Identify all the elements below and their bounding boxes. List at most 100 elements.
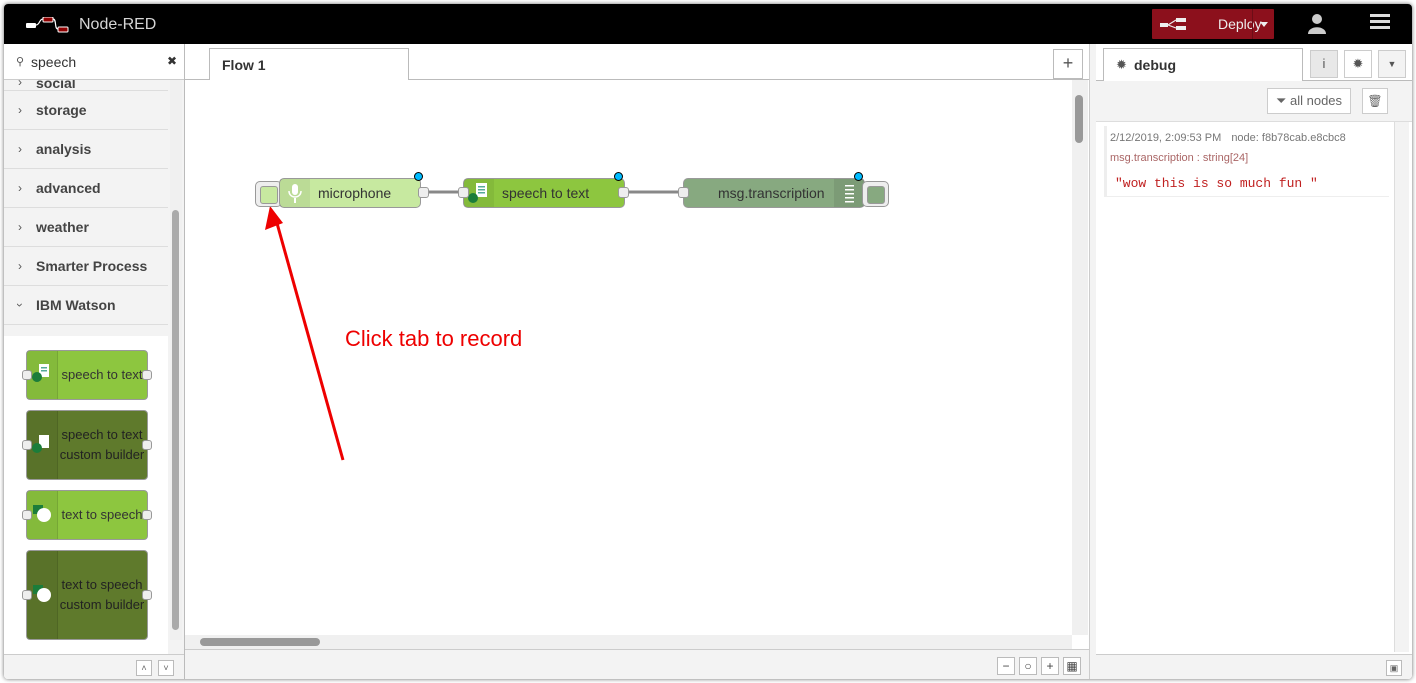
debug-msg-path: msg.transcription : string[24] bbox=[1110, 152, 1249, 164]
output-port[interactable] bbox=[418, 187, 429, 198]
debug-scrollbar[interactable] bbox=[1394, 122, 1409, 652]
wires bbox=[265, 190, 683, 461]
canvas-horizontal-scrollbar[interactable] bbox=[185, 635, 1072, 649]
scroll-thumb[interactable] bbox=[172, 210, 179, 630]
category-social[interactable]: › social bbox=[4, 80, 168, 91]
category-label: analysis bbox=[36, 141, 92, 157]
sidebar-menu-caret-icon[interactable]: ▼ bbox=[1378, 50, 1406, 78]
input-port bbox=[22, 590, 32, 600]
category-analysis[interactable]: › analysis bbox=[4, 130, 168, 169]
category-advanced[interactable]: › advanced bbox=[4, 169, 168, 208]
input-port[interactable] bbox=[458, 187, 469, 198]
trash-icon[interactable]: 🗑 bbox=[1362, 88, 1388, 114]
debug-message[interactable]: 2/12/2019, 2:09:53 PM node: f8b78cab.e8cb… bbox=[1104, 126, 1389, 197]
category-label: social bbox=[36, 80, 76, 91]
zoom-in-icon[interactable]: + bbox=[1041, 657, 1059, 675]
input-port bbox=[22, 440, 32, 450]
category-weather[interactable]: › weather bbox=[4, 208, 168, 247]
collapse-all-icon[interactable]: ˄ bbox=[136, 660, 152, 676]
node-speech-to-text[interactable]: speech to text bbox=[463, 178, 625, 208]
input-port bbox=[22, 370, 32, 380]
chevron-right-icon: › bbox=[18, 259, 22, 273]
node-red-logo-icon bbox=[26, 17, 69, 33]
main-menu-icon[interactable] bbox=[1370, 14, 1390, 32]
debug-toggle-button[interactable] bbox=[867, 186, 885, 204]
annotation-arrow bbox=[273, 215, 345, 461]
palette-node-tts-custom-builder[interactable]: text to speech custom builder bbox=[22, 550, 152, 640]
category-label: advanced bbox=[36, 180, 101, 196]
microphone-record-tab[interactable] bbox=[255, 181, 282, 207]
tab-flow-1[interactable]: Flow 1 bbox=[209, 48, 409, 81]
node-debug-msg-transcription[interactable]: msg.transcription bbox=[683, 178, 865, 208]
changed-indicator bbox=[414, 172, 423, 181]
debug-toggle-tab[interactable] bbox=[862, 181, 889, 207]
changed-indicator bbox=[614, 172, 623, 181]
deploy-menu-caret-icon[interactable] bbox=[1252, 9, 1275, 39]
palette-search[interactable]: ⚲ speech ✖ bbox=[4, 44, 184, 80]
tab-label: debug bbox=[1134, 57, 1176, 73]
annotation-text: Click tab to record bbox=[345, 326, 523, 351]
category-label: IBM Watson bbox=[36, 297, 116, 313]
sidebar: ✹ debug i ✹ ▼ ⏷ all nodes 🗑 2/12/2019, 2… bbox=[1096, 44, 1412, 679]
palette-node-list: speech to text speech to text custom bui… bbox=[4, 336, 168, 656]
clear-search-icon[interactable]: ✖ bbox=[167, 54, 177, 68]
tab-label: Flow 1 bbox=[222, 57, 266, 73]
app-window: Node-RED Deploy ⚲ speech ✖ › social › stor… bbox=[4, 4, 1412, 679]
input-port bbox=[22, 510, 32, 520]
palette-node-stt-custom-builder[interactable]: speech to text custom builder bbox=[22, 410, 152, 480]
canvas-vertical-scrollbar[interactable] bbox=[1072, 80, 1088, 635]
node-microphone[interactable]: microphone bbox=[279, 178, 421, 208]
chevron-right-icon: › bbox=[18, 142, 22, 156]
microphone-icon bbox=[280, 179, 310, 207]
category-label: weather bbox=[36, 219, 89, 235]
expand-all-icon[interactable]: ˅ bbox=[158, 660, 174, 676]
debug-timestamp: 2/12/2019, 2:09:53 PM bbox=[1110, 132, 1222, 144]
tab-debug[interactable]: ✹ debug bbox=[1103, 48, 1303, 82]
sidebar-tabs: ✹ debug i ✹ ▼ bbox=[1096, 44, 1412, 82]
zoom-out-icon[interactable]: − bbox=[997, 657, 1015, 675]
open-window-icon[interactable]: ▣ bbox=[1386, 660, 1402, 676]
debug-toolbar: ⏷ all nodes 🗑 bbox=[1096, 81, 1412, 122]
category-ibm-watson[interactable]: › IBM Watson bbox=[4, 286, 168, 325]
node-label: msg.transcription bbox=[718, 185, 825, 201]
palette-node-text-to-speech[interactable]: text to speech bbox=[22, 490, 152, 540]
palette: ⚲ speech ✖ › social › storage › analysis › a… bbox=[4, 44, 185, 679]
palette-categories: › social › storage › analysis › advanced › we… bbox=[4, 80, 168, 325]
input-port[interactable] bbox=[678, 187, 689, 198]
output-port[interactable] bbox=[618, 187, 629, 198]
scroll-thumb[interactable] bbox=[1075, 95, 1083, 143]
category-smarter-process[interactable]: › Smarter Process bbox=[4, 247, 168, 286]
debug-bug-icon[interactable]: ✹ bbox=[1344, 50, 1372, 78]
debug-node-id[interactable]: node: f8b78cab.e8cbc8 bbox=[1231, 132, 1345, 144]
add-flow-button[interactable]: + bbox=[1053, 49, 1083, 79]
palette-scrollbar[interactable] bbox=[170, 80, 182, 640]
filter-nodes-button[interactable]: ⏷ all nodes bbox=[1267, 88, 1351, 114]
palette-footer: ˄ ˅ bbox=[4, 654, 184, 679]
debug-msg-value: "wow this is so much fun " bbox=[1115, 176, 1318, 191]
palette-node-label: text to speech custom builder bbox=[59, 577, 145, 612]
category-label: storage bbox=[36, 102, 87, 118]
chevron-right-icon: › bbox=[18, 103, 22, 117]
category-storage[interactable]: › storage bbox=[4, 91, 168, 130]
workspace-footer: − ○ + ▦ bbox=[185, 649, 1089, 679]
scroll-thumb[interactable] bbox=[200, 638, 320, 646]
palette-search-input[interactable]: speech bbox=[31, 54, 76, 70]
chevron-right-icon: › bbox=[18, 181, 22, 195]
record-button[interactable] bbox=[260, 186, 278, 204]
workspace-tabs: Flow 1 + bbox=[185, 44, 1089, 81]
chevron-down-icon: › bbox=[13, 303, 27, 307]
palette-node-speech-to-text[interactable]: speech to text bbox=[22, 350, 152, 400]
debug-list-icon bbox=[834, 179, 864, 207]
app-title: Node-RED bbox=[79, 16, 157, 33]
zoom-reset-icon[interactable]: ○ bbox=[1019, 657, 1037, 675]
user-icon[interactable] bbox=[1306, 12, 1328, 34]
chevron-right-icon: › bbox=[18, 220, 22, 234]
flow-canvas[interactable]: microphone speech to text msg.transcript… bbox=[185, 80, 1072, 635]
info-icon[interactable]: i bbox=[1310, 50, 1338, 78]
sidebar-footer: ▣ bbox=[1096, 654, 1412, 679]
navigator-map-icon[interactable]: ▦ bbox=[1063, 657, 1081, 675]
sidebar-separator[interactable] bbox=[1089, 44, 1096, 679]
chevron-right-icon: › bbox=[18, 80, 22, 89]
palette-node-label: speech to text bbox=[61, 367, 143, 382]
deploy-button[interactable]: Deploy bbox=[1152, 9, 1274, 39]
